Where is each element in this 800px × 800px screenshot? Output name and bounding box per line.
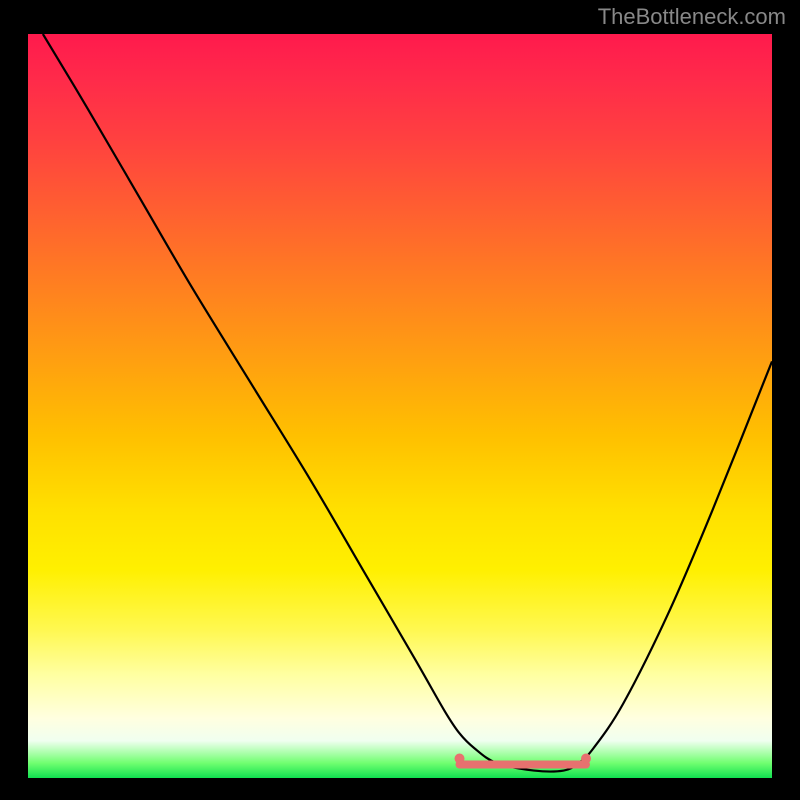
- optimal-zone-start-dot: [455, 754, 465, 764]
- optimal-zone-end-dot: [581, 754, 591, 764]
- bottleneck-curve: [43, 34, 772, 771]
- attribution-text: TheBottleneck.com: [598, 4, 786, 30]
- chart-svg: [28, 34, 772, 778]
- plot-area: [28, 34, 772, 778]
